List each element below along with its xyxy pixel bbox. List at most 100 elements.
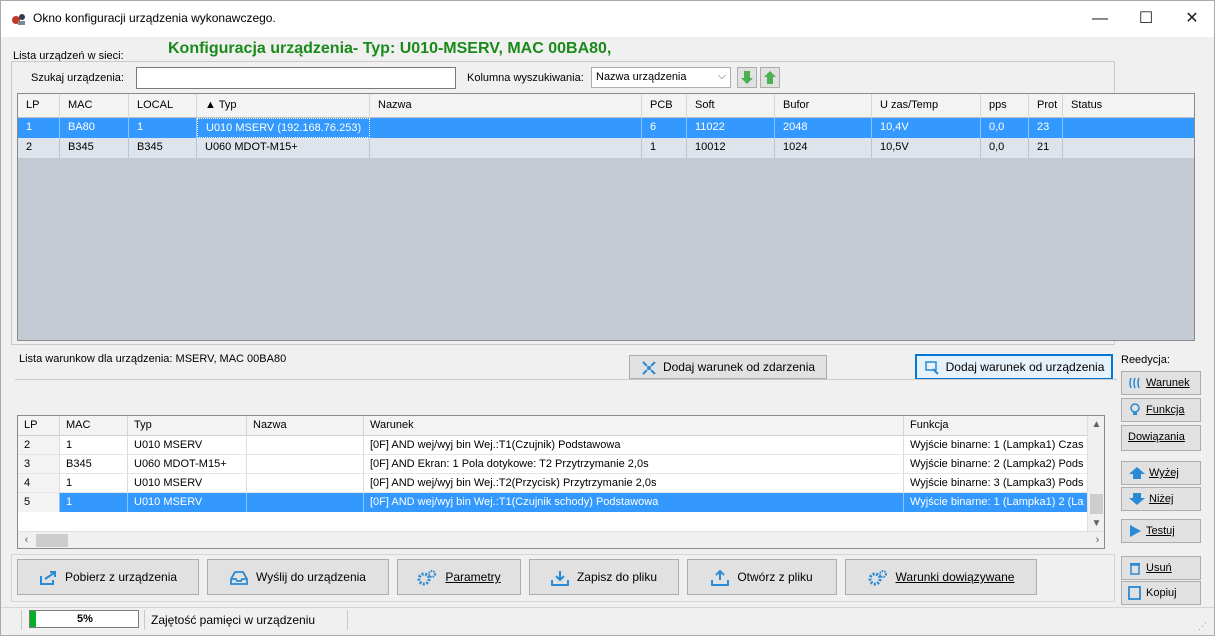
cell: 0,0 bbox=[981, 138, 1029, 158]
edit-bindings-button[interactable]: Dowiązania bbox=[1121, 425, 1201, 451]
condition-icon bbox=[1129, 377, 1140, 389]
test-button[interactable]: Testuj bbox=[1121, 519, 1201, 543]
maximize-button[interactable]: ☐ bbox=[1123, 1, 1169, 37]
cell: 6 bbox=[642, 118, 687, 138]
column-header[interactable]: Bufor bbox=[775, 94, 872, 118]
cell bbox=[247, 474, 364, 493]
arrow-up-icon bbox=[764, 71, 776, 84]
cell: 4 bbox=[18, 474, 60, 493]
search-input[interactable] bbox=[136, 67, 456, 89]
config-title: Konfiguracja urządzenia- Typ: U010-MSERV… bbox=[168, 40, 612, 57]
cell: U010 MSERV bbox=[128, 436, 247, 455]
device-row[interactable]: 1 BA80 1 U010 MSERV (192.168.76.253) 6 1… bbox=[18, 118, 1194, 138]
cell: BA80 bbox=[60, 118, 129, 138]
memory-usage-label: Zajętość pamięci w urządzeniu bbox=[151, 613, 316, 627]
column-header[interactable]: Prot bbox=[1029, 94, 1063, 118]
cell: Wyjście binarne: 2 (Lampka2) Pods bbox=[904, 455, 1088, 474]
edit-condition-button[interactable]: Warunek bbox=[1121, 371, 1201, 395]
download-from-device-button[interactable]: Pobierz z urządzenia bbox=[17, 559, 199, 595]
scroll-thumb[interactable] bbox=[1090, 494, 1103, 514]
column-header[interactable]: Nazwa bbox=[247, 416, 364, 436]
column-header[interactable]: LP bbox=[18, 416, 60, 436]
scroll-down-icon[interactable]: ▼ bbox=[1088, 515, 1104, 532]
resize-grip-icon[interactable]: ⋰ bbox=[1198, 621, 1208, 631]
cell: U010 MSERV bbox=[128, 474, 247, 493]
condition-row[interactable]: 2 1 U010 MSERV [0F] AND wej/wyj bin Wej.… bbox=[18, 436, 1088, 455]
horizontal-scrollbar[interactable]: ‹ › bbox=[18, 531, 1104, 548]
condition-row[interactable]: 3 B345 U060 MDOT-M15+ [0F] AND Ekran: 1 … bbox=[18, 455, 1088, 474]
column-header[interactable]: Warunek bbox=[364, 416, 904, 436]
cell: 10,4V bbox=[872, 118, 981, 138]
open-from-file-button[interactable]: Otwórz z pliku bbox=[687, 559, 837, 595]
search-column-select[interactable]: Nazwa urządzenia ⌵ bbox=[591, 67, 731, 88]
search-column-label: Kolumna wyszukiwania: bbox=[467, 72, 584, 84]
edit-function-button[interactable]: Funkcja bbox=[1121, 398, 1201, 422]
column-header[interactable]: MAC bbox=[60, 416, 128, 436]
column-header[interactable]: LOCAL bbox=[129, 94, 197, 118]
column-header[interactable]: Typ bbox=[128, 416, 247, 436]
cell: B345 bbox=[129, 138, 197, 158]
move-up-button[interactable]: Wyżej bbox=[1121, 461, 1201, 485]
column-header[interactable]: U zas/Temp bbox=[872, 94, 981, 118]
cell: 1 bbox=[60, 493, 128, 512]
sort-up-button[interactable] bbox=[760, 67, 780, 88]
sort-down-button[interactable] bbox=[737, 67, 757, 88]
scroll-up-icon[interactable]: ▲ bbox=[1088, 416, 1104, 433]
conditions-label: Lista warunkow dla urządzenia: MSERV, MA… bbox=[19, 353, 287, 365]
cell: U010 MSERV bbox=[128, 493, 247, 512]
column-header[interactable]: pps bbox=[981, 94, 1029, 118]
column-header[interactable]: LP bbox=[18, 94, 60, 118]
column-header[interactable]: Nazwa bbox=[370, 94, 642, 118]
send-to-device-button[interactable]: Wyślij do urządzenia bbox=[207, 559, 389, 595]
cell: 5 bbox=[18, 493, 60, 512]
cell bbox=[1063, 138, 1194, 158]
scroll-thumb[interactable] bbox=[36, 534, 68, 547]
cell: B345 bbox=[60, 138, 129, 158]
cell: [0F] AND wej/wyj bin Wej.:T1(Czujnik) Po… bbox=[364, 436, 904, 455]
column-header[interactable]: ▲ Typ bbox=[197, 94, 370, 118]
cell: 10012 bbox=[687, 138, 775, 158]
bound-conditions-button[interactable]: Warunki dowiązywane bbox=[845, 559, 1037, 595]
search-label: Szukaj urządzenia: bbox=[31, 72, 124, 84]
column-header[interactable]: PCB bbox=[642, 94, 687, 118]
title-bar: Okno konfiguracji urządzenia wykonawczeg… bbox=[1, 1, 1214, 37]
cell bbox=[247, 455, 364, 474]
gears-icon bbox=[417, 569, 437, 586]
column-header[interactable]: MAC bbox=[60, 94, 129, 118]
close-button[interactable]: ✕ bbox=[1169, 1, 1215, 37]
arrow-down-icon bbox=[741, 71, 753, 84]
cell: 1024 bbox=[775, 138, 872, 158]
add-condition-event-button[interactable]: Dodaj warunek od zdarzenia bbox=[629, 355, 827, 379]
column-header[interactable]: Status bbox=[1063, 94, 1194, 118]
save-to-file-button[interactable]: Zapisz do pliku bbox=[529, 559, 679, 595]
vertical-scrollbar[interactable]: ▲ ▼ bbox=[1087, 416, 1104, 532]
event-icon bbox=[642, 361, 656, 375]
delete-button[interactable]: Usuń bbox=[1121, 556, 1201, 580]
parameters-button[interactable]: Parametry bbox=[397, 559, 521, 595]
cell: Wyjście binarne: 1 (Lampka1) 2 (La bbox=[904, 493, 1088, 512]
cell: 1 bbox=[60, 474, 128, 493]
column-header[interactable]: Soft bbox=[687, 94, 775, 118]
column-header[interactable]: Funkcja bbox=[904, 416, 1088, 436]
condition-row[interactable]: 5 1 U010 MSERV [0F] AND wej/wyj bin Wej.… bbox=[18, 493, 1088, 512]
add-condition-device-button[interactable]: Dodaj warunek od urządzenia bbox=[915, 354, 1113, 380]
device-row[interactable]: 2 B345 B345 U060 MDOT-M15+ 1 10012 1024 … bbox=[18, 138, 1194, 158]
minimize-button[interactable]: — bbox=[1077, 1, 1123, 37]
cell: U010 MSERV (192.168.76.253) bbox=[197, 118, 370, 138]
arrow-up-icon bbox=[1129, 467, 1145, 480]
scroll-left-icon[interactable]: ‹ bbox=[18, 532, 35, 548]
move-down-button[interactable]: Niżej bbox=[1121, 487, 1201, 511]
device-table[interactable]: LP MAC LOCAL ▲ Typ Nazwa PCB Soft Bufor … bbox=[17, 93, 1195, 341]
scroll-right-icon[interactable]: › bbox=[1089, 532, 1104, 548]
move-down-label: Niżej bbox=[1149, 493, 1174, 505]
cell: [0F] AND wej/wyj bin Wej.:T2(Przycisk) P… bbox=[364, 474, 904, 493]
conditions-table[interactable]: LP MAC Typ Nazwa Warunek Funkcja 2 1 U01… bbox=[17, 415, 1105, 549]
copy-label: Kopiuj bbox=[1146, 587, 1177, 599]
inbox-icon bbox=[230, 570, 248, 585]
export-icon bbox=[39, 570, 56, 585]
test-label: Testuj bbox=[1146, 525, 1175, 537]
condition-row[interactable]: 4 1 U010 MSERV [0F] AND wej/wyj bin Wej.… bbox=[18, 474, 1088, 493]
copy-button[interactable]: Kopiuj bbox=[1121, 581, 1201, 605]
cell bbox=[370, 138, 642, 158]
divider bbox=[15, 379, 1117, 380]
